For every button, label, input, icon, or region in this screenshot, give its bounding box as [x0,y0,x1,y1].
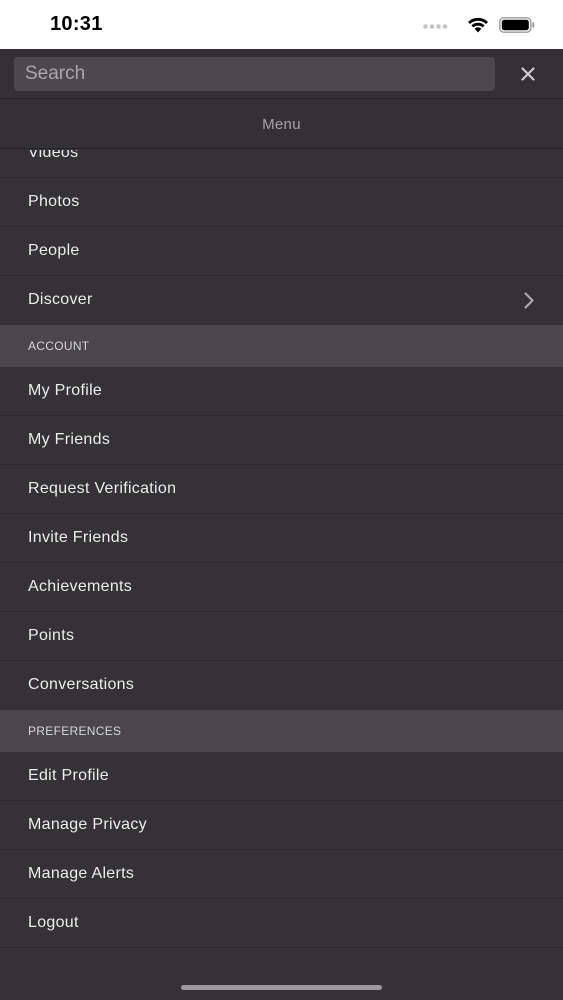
menu-item-manage-alerts[interactable]: Manage Alerts [0,850,563,899]
battery-icon [499,17,535,33]
wifi-icon [468,17,488,33]
menu-item-label: Manage Privacy [28,816,147,833]
menu-item-label: Edit Profile [28,767,109,784]
menu-item-invite-friends[interactable]: Invite Friends [0,514,563,563]
menu-item-request-verification[interactable]: Request Verification [0,465,563,514]
menu-item-manage-privacy[interactable]: Manage Privacy [0,801,563,850]
menu-item-label: Invite Friends [28,529,129,546]
menu-item-my-friends[interactable]: My Friends [0,416,563,465]
menu-list[interactable]: Videos Photos People Discover ACCOUNT My… [0,150,563,970]
section-header-preferences: PREFERENCES [0,710,563,752]
menu-item-label: Request Verification [28,480,177,497]
menu-title: Menu [0,100,563,149]
menu-item-label: My Profile [28,382,103,399]
menu-item-discover[interactable]: Discover [0,276,563,325]
menu-item-people[interactable]: People [0,227,563,276]
menu-item-label: Points [28,627,75,644]
menu-item-label: Logout [28,914,79,931]
search-bar [0,49,563,99]
menu-item-edit-profile[interactable]: Edit Profile [0,752,563,801]
close-button[interactable] [517,63,539,85]
menu-item-label: Manage Alerts [28,865,135,882]
menu-item-my-profile[interactable]: My Profile [0,367,563,416]
menu-item-label: Discover [28,291,93,308]
menu-item-label: Photos [28,193,80,210]
menu-scroll-content: Videos Photos People Discover ACCOUNT My… [0,150,563,948]
menu-item-label: Conversations [28,676,135,693]
chevron-right-icon [524,292,534,309]
cellular-signal-icon [423,24,448,29]
menu-item-photos[interactable]: Photos [0,178,563,227]
menu-item-achievements[interactable]: Achievements [0,563,563,612]
close-icon [521,67,535,81]
menu-item-points[interactable]: Points [0,612,563,661]
menu-item-label: My Friends [28,431,111,448]
menu-item-conversations[interactable]: Conversations [0,661,563,710]
menu-item-label: Videos [28,150,79,161]
menu-item-videos[interactable]: Videos [0,150,563,178]
section-header-account: ACCOUNT [0,325,563,367]
menu-item-logout[interactable]: Logout [0,899,563,948]
status-bar: 10:31 [0,0,563,49]
menu-item-label: Achievements [28,578,133,595]
home-indicator[interactable] [181,985,382,990]
search-input[interactable] [14,57,495,91]
status-time: 10:31 [50,13,103,35]
menu-item-label: People [28,242,80,259]
